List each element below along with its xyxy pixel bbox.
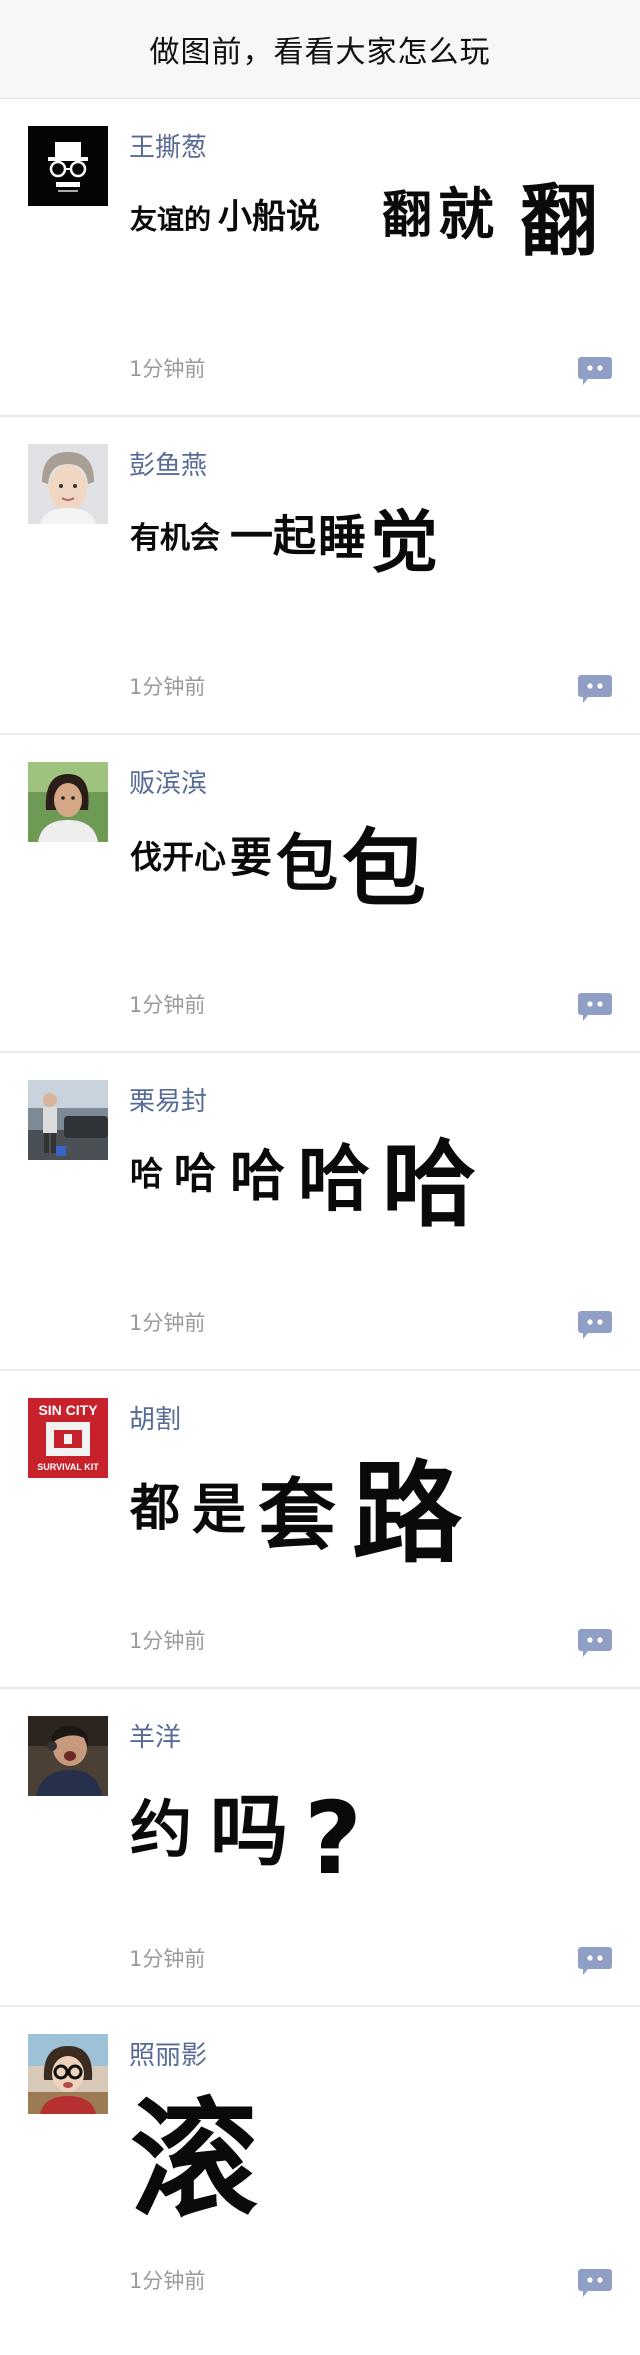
post-text-segment: 哈 <box>130 1154 163 1193</box>
post-text: 友谊的 小船说 翻 就 翻 <box>130 169 610 339</box>
post-author[interactable]: 羊洋 <box>129 1717 181 1754</box>
post-text: 都 是 套 路 <box>130 1441 610 1611</box>
post-text-segment: 就 <box>438 183 494 248</box>
post-time: 1分钟前 <box>129 1629 206 1653</box>
post-author[interactable]: 胡割 <box>129 1399 181 1436</box>
post-text: 有机会 一起 睡 觉 <box>130 487 610 657</box>
post-text-segment: 友谊的 <box>130 205 211 236</box>
post-text-segment: 小船说 <box>218 197 320 237</box>
page-title: 做图前，看看大家怎么玩 <box>149 35 491 70</box>
feed-post: 照丽影 滚 1分钟前 <box>0 2007 640 2327</box>
avatar-logo-text: SIN CITY <box>38 1402 98 1418</box>
post-time: 1分钟前 <box>129 1311 206 1335</box>
comment-icon[interactable] <box>578 357 612 385</box>
post-text-segment: 套 <box>258 1471 337 1561</box>
post-text-segment: 包 <box>276 827 339 900</box>
avatar[interactable] <box>28 1080 108 1160</box>
feed-post: 彭鱼燕 有机会 一起 睡 觉 1分钟前 <box>0 417 640 735</box>
post-text-segment: 滚 <box>130 2086 259 2235</box>
post-text-segment: 哈 <box>230 1144 286 1208</box>
post-author[interactable]: 彭鱼燕 <box>129 445 207 482</box>
post-text-segment: 吗 <box>210 1787 289 1877</box>
comment-icon[interactable] <box>578 1311 612 1339</box>
page-header: 做图前，看看大家怎么玩 <box>0 0 640 99</box>
avatar[interactable] <box>28 1716 108 1796</box>
avatar[interactable] <box>28 444 108 524</box>
post-time: 1分钟前 <box>129 1947 206 1971</box>
portrait-icon <box>28 444 108 524</box>
post-text-segment: 翻 <box>382 186 432 244</box>
post-time: 1分钟前 <box>129 2269 206 2293</box>
sunglasses-logo-icon <box>28 126 108 206</box>
post-text-segment: 包 <box>342 820 427 918</box>
avatar-logo-text: SURVIVAL KIT <box>37 1462 99 1472</box>
avatar[interactable] <box>28 126 108 206</box>
post-text-segment: 路 <box>352 1450 462 1578</box>
comment-icon[interactable] <box>578 2269 612 2297</box>
post-text: 哈 哈 哈 哈 哈 <box>130 1123 610 1293</box>
post-author[interactable]: 贩滨滨 <box>129 763 207 800</box>
post-text-segment: 睡 <box>318 510 367 566</box>
post-text: 滚 <box>130 2077 610 2247</box>
feed-post: 栗易封 哈 哈 哈 哈 哈 1分钟前 <box>0 1053 640 1371</box>
post-text-segment: 要 <box>230 833 273 882</box>
comment-icon[interactable] <box>578 1947 612 1975</box>
feed-post: 羊洋 约 吗 ? 1分钟前 <box>0 1689 640 2007</box>
post-text-segment: 一起 <box>230 512 316 562</box>
comment-icon[interactable] <box>578 993 612 1021</box>
portrait-icon <box>28 1716 108 1796</box>
post-text-segment: 翻 <box>520 177 599 267</box>
post-text-segment: 觉 <box>370 504 439 583</box>
post-author[interactable]: 照丽影 <box>129 2035 207 2072</box>
avatar[interactable]: SIN CITY SURVIVAL KIT <box>28 1398 108 1478</box>
avatar[interactable] <box>28 762 108 842</box>
post-text-segment: 哈 <box>174 1149 217 1198</box>
post-time: 1分钟前 <box>129 993 206 1017</box>
post-text-segment: 伐开心 <box>130 838 227 876</box>
post-text-segment: 哈 <box>382 1131 477 1240</box>
feed-post: 贩滨滨 伐开心 要 包 包 1分钟前 <box>0 735 640 1053</box>
post-text: 约 吗 ? <box>130 1759 610 1929</box>
avatar[interactable] <box>28 2034 108 2114</box>
post-time: 1分钟前 <box>129 357 206 381</box>
post-text: 伐开心 要 包 包 <box>130 805 610 975</box>
post-text-segment: 有机会 <box>130 521 220 556</box>
portrait-icon <box>28 762 108 842</box>
post-text-segment: 都 <box>130 1479 180 1537</box>
photo-icon <box>28 1080 108 1160</box>
feed-post: 王撕葱 友谊的 小船说 翻 就 翻 1分钟前 <box>0 99 640 417</box>
comment-icon[interactable] <box>578 1629 612 1657</box>
post-text-segment: 哈 <box>298 1137 371 1221</box>
portrait-icon <box>28 2034 108 2114</box>
post-time: 1分钟前 <box>129 675 206 699</box>
post-text-segment: 是 <box>192 1478 246 1541</box>
feed-post: SIN CITY SURVIVAL KIT 胡割 都 是 套 路 1分钟前 <box>0 1371 640 1689</box>
sin-city-logo-icon: SIN CITY SURVIVAL KIT <box>28 1398 108 1478</box>
comment-icon[interactable] <box>578 675 612 703</box>
post-text-segment: ? <box>304 1780 363 1897</box>
post-author[interactable]: 王撕葱 <box>129 127 207 164</box>
post-author[interactable]: 栗易封 <box>129 1081 207 1118</box>
post-text-segment: 约 <box>130 1793 193 1866</box>
